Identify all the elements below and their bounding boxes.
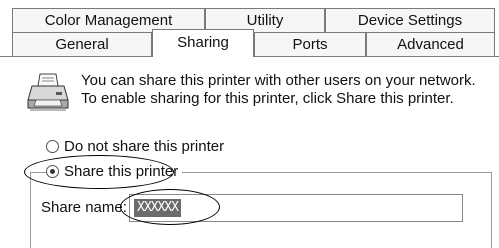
sharing-info-text: You can share this printer with other us… — [81, 72, 476, 107]
radio-share-printer-button[interactable] — [46, 165, 59, 178]
share-name-label: Share name: — [41, 199, 127, 216]
printer-properties-dialog: Color Management Utility Device Settings… — [0, 0, 499, 248]
tab-general[interactable]: General — [12, 32, 152, 56]
tab-device-settings[interactable]: Device Settings — [325, 8, 495, 32]
radio-do-not-share-label: Do not share this printer — [64, 138, 225, 155]
printer-icon — [27, 73, 69, 111]
radio-do-not-share-button[interactable] — [46, 140, 59, 153]
radio-do-not-share[interactable]: Do not share this printer — [46, 138, 224, 155]
radio-share-printer[interactable]: Share this printer — [46, 163, 183, 180]
share-name-value: XXXXXX — [134, 199, 181, 217]
tab-advanced[interactable]: Advanced — [366, 32, 495, 56]
radio-share-printer-label: Share this printer — [64, 163, 179, 180]
tab-ports[interactable]: Ports — [254, 32, 366, 56]
tab-sharing[interactable]: Sharing — [152, 29, 254, 57]
share-name-input[interactable]: XXXXXX — [129, 194, 463, 222]
